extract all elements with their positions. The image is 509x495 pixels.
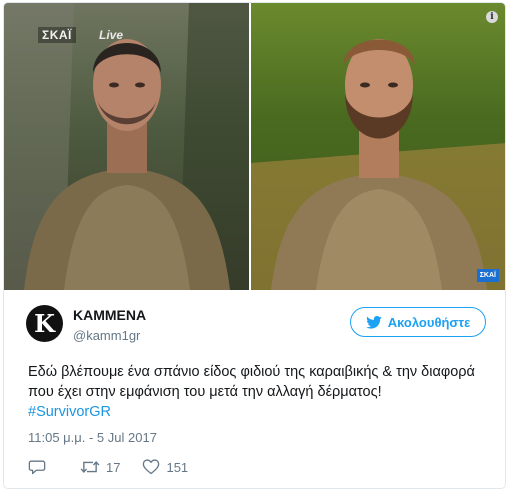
photo-right-drawing: [251, 39, 505, 290]
reply-button[interactable]: [28, 459, 46, 475]
tweet-media[interactable]: ΣΚΑΪ Live i ΣΚΑΪ: [4, 3, 505, 290]
display-name[interactable]: KAMMENA: [73, 307, 146, 323]
like-button[interactable]: 151: [142, 459, 188, 475]
reply-icon: [28, 460, 46, 475]
channel-logo-small: ΣΚΑΪ: [476, 269, 499, 282]
hashtag-link[interactable]: #SurvivorGR: [28, 404, 111, 420]
follow-button[interactable]: Ακολουθήστε: [350, 307, 486, 337]
tweet-body: Εδώ βλέπουμε ένα σπάνιο είδος φιδιού της…: [28, 364, 475, 400]
photo-left[interactable]: ΣΚΑΪ Live: [4, 3, 250, 290]
heart-icon: [143, 459, 160, 475]
photo-left-drawing: [4, 3, 250, 290]
retweet-icon: [80, 460, 100, 474]
twitter-bird-icon: [365, 315, 382, 329]
like-count: 151: [166, 459, 189, 475]
retweet-button[interactable]: 17: [80, 459, 120, 475]
tweet-actions: 17 151: [28, 459, 188, 475]
avatar[interactable]: K: [26, 305, 63, 342]
channel-logo: ΣΚΑΪ: [38, 27, 76, 43]
tweet-text: Εδώ βλέπουμε ένα σπάνιο είδος φιδιού της…: [28, 362, 498, 422]
tweet-header: K KAMMENA @kamm1gr Ακολουθήστε: [4, 290, 505, 345]
tweet-card: ΣΚΑΪ Live i ΣΚΑΪ K KAMMENA @kamm1gr Ακολ…: [3, 2, 506, 489]
tweet-timestamp[interactable]: 11:05 μ.μ. - 5 Jul 2017: [28, 430, 157, 445]
retweet-count: 17: [106, 459, 121, 475]
live-label: Live: [99, 28, 124, 42]
handle[interactable]: @kamm1gr: [73, 328, 140, 343]
follow-button-label: Ακολουθήστε: [387, 314, 471, 330]
photo-right[interactable]: i ΣΚΑΪ: [251, 3, 505, 290]
info-icon[interactable]: i: [486, 11, 498, 23]
